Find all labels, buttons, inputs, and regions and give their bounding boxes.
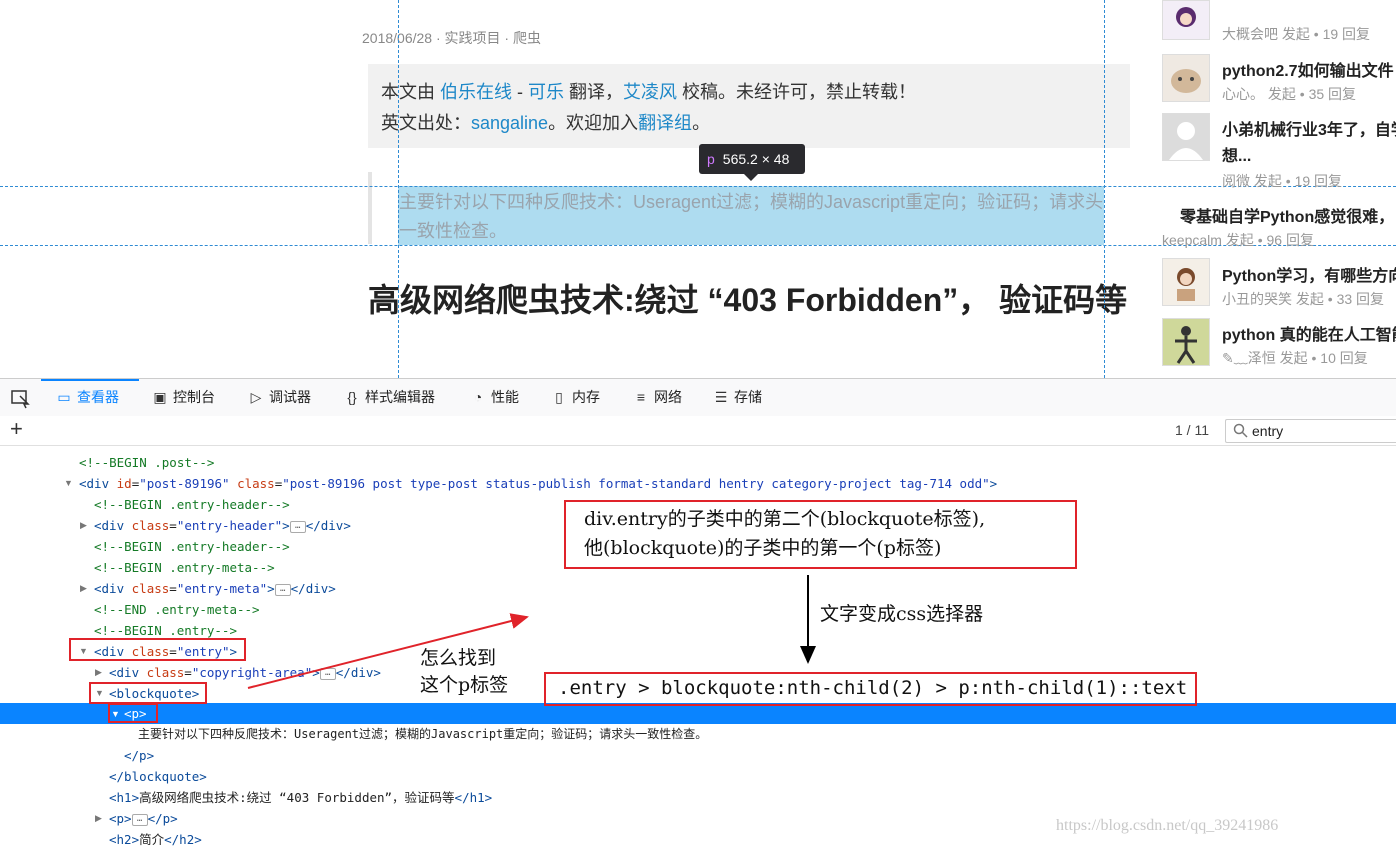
watermark: https://blog.csdn.net/qq_39241986 (1056, 817, 1279, 834)
red-arrow (247, 613, 529, 689)
annotation-arrows (247, 575, 816, 689)
